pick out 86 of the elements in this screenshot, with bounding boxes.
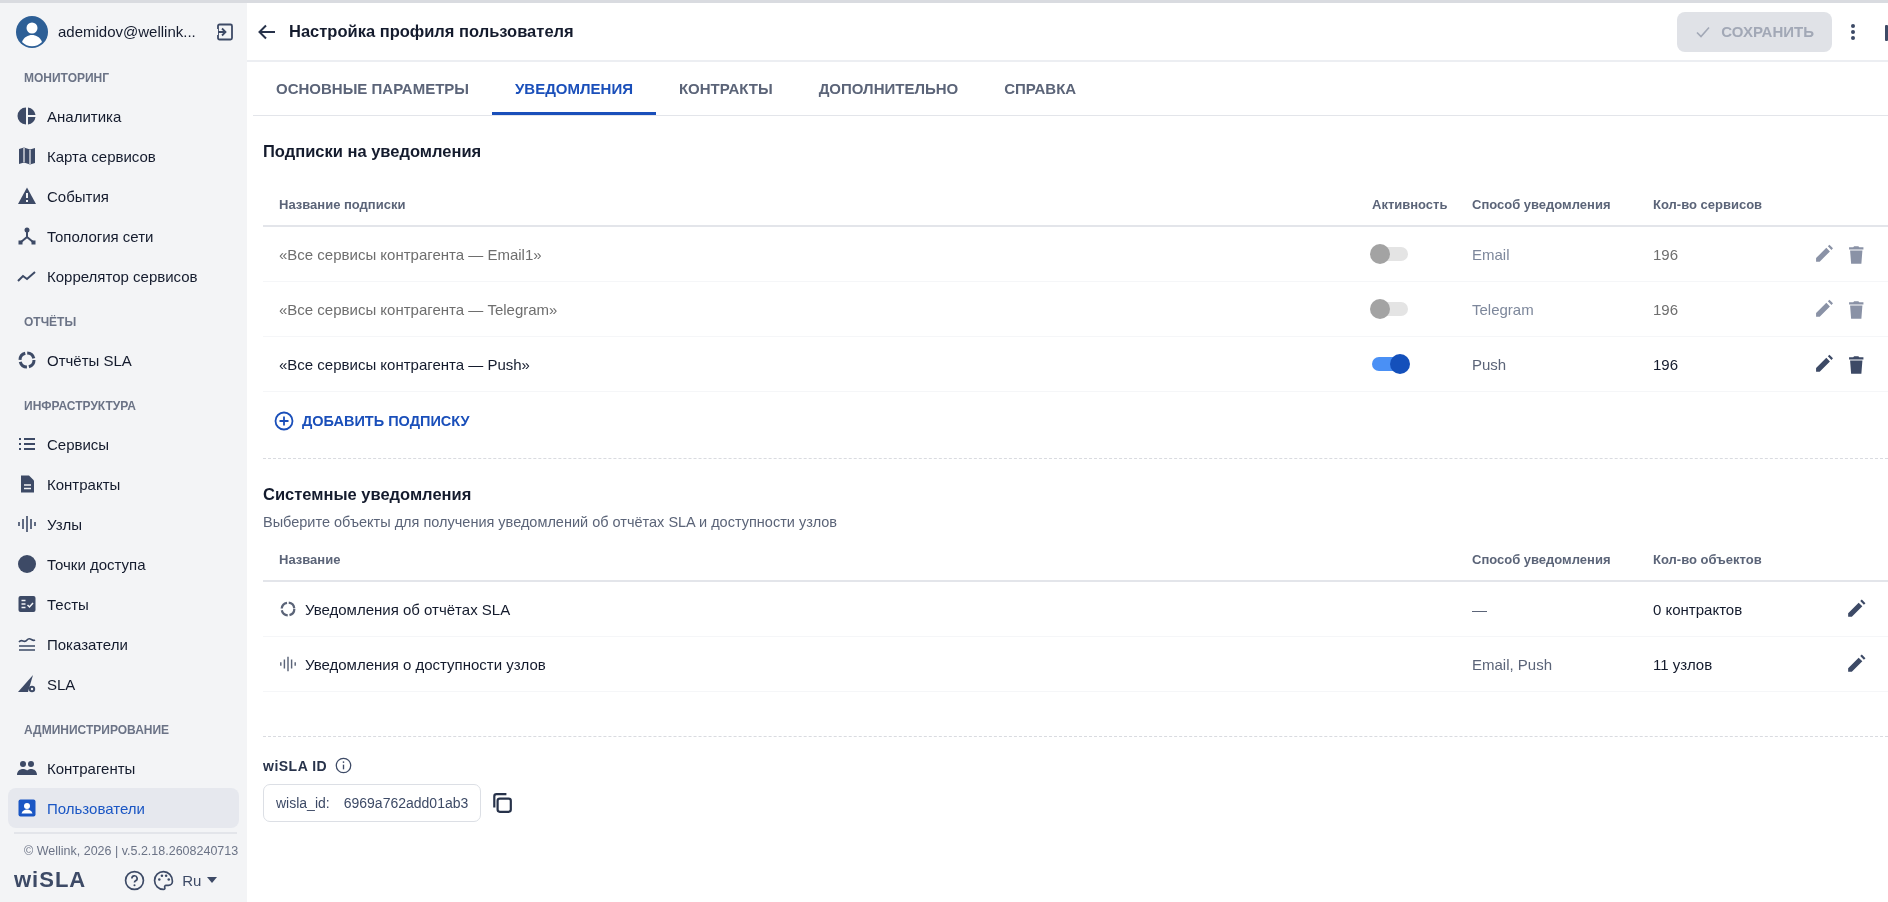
caret-icon [207, 877, 218, 883]
sidebar-section-title: АДМИНИСТРИРОВАНИЕ [23, 722, 171, 739]
column-header: Способ уведомления [1472, 551, 1612, 567]
sidebar-item[interactable]: Карта сервисов [8, 136, 239, 176]
plus-circle-icon [274, 411, 294, 431]
person-badge-icon [17, 798, 37, 818]
logout-icon[interactable] [215, 21, 235, 42]
edit-pencil-icon[interactable] [1845, 653, 1866, 675]
sidebar-item[interactable]: SLA [8, 664, 239, 704]
page-title: Настройка профиля пользователя [289, 22, 575, 41]
table-cell-text: Telegram [1472, 300, 1535, 318]
cut-off-icon [1885, 25, 1888, 41]
table-cell-text: Email, Push [1472, 655, 1554, 673]
table-cell-text: 196 [1653, 300, 1680, 318]
sidebar-section-title: ИНФРАСТРУКТУРА [23, 398, 137, 415]
copy-icon[interactable] [491, 792, 514, 814]
table-cell: Уведомления о доступности узлов [305, 655, 546, 673]
table-cell-text: «Все сервисы контрагента — Email1» [278, 245, 543, 263]
sidebar-item[interactable]: Топология сети [8, 216, 239, 256]
language-select[interactable]: Ru [182, 871, 218, 889]
table-cell: Уведомления об отчётах SLA [305, 600, 511, 618]
topology-icon [17, 226, 37, 246]
sidebar-item[interactable]: Аналитика [8, 96, 239, 136]
people-icon [17, 758, 37, 778]
section-title: Системные уведомления [263, 485, 473, 504]
map-icon [17, 146, 37, 166]
tab[interactable]: УВЕДОМЛЕНИЯ [492, 65, 656, 115]
waveform-icon [17, 514, 37, 534]
sidebar-section-title: ОТЧЁТЫ [23, 314, 78, 331]
sidebar-item[interactable]: Показатели [8, 624, 239, 664]
sidebar-item[interactable]: События [8, 176, 239, 216]
toggle-switch[interactable] [1372, 357, 1408, 371]
table-cell-text: — [1472, 600, 1488, 618]
table-cell-text: «Все сервисы контрагента — Telegram» [278, 300, 559, 318]
column-header: Название [278, 551, 342, 567]
wisla-logo: wiSLA [14, 867, 87, 893]
sidebar-item[interactable]: Сервисы [8, 424, 239, 464]
column-header: Способ уведомления [1472, 196, 1612, 212]
table-cell-text: 196 [1653, 245, 1680, 263]
sidebar-section-title: МОНИТОРИНГ [23, 70, 111, 87]
ring-icon [279, 600, 297, 618]
palette-icon[interactable] [153, 869, 175, 891]
table-cell-text: Push [1472, 355, 1508, 373]
more-options-icon[interactable] [1850, 21, 1856, 42]
circle-icon [17, 554, 37, 574]
table-cell-text: «Все сервисы контрагента — Push» [278, 355, 531, 373]
table-cell-text: 11 узлов [1653, 655, 1714, 673]
sidebar-item[interactable]: Тесты [8, 584, 239, 624]
sidebar-item[interactable]: Коррелятор сервисов [8, 256, 239, 296]
edit-pencil-icon[interactable] [1845, 598, 1866, 620]
toggle-switch[interactable] [1372, 247, 1408, 261]
tab[interactable]: СПРАВКА [981, 65, 1100, 115]
edit-pencil-icon[interactable] [1813, 353, 1834, 375]
table-cell-text: 196 [1653, 355, 1680, 373]
warning-icon [17, 186, 37, 206]
column-header: Название подписки [278, 196, 407, 212]
tab[interactable]: КОНТРАКТЫ [655, 65, 796, 115]
table-cell-text: Email [1472, 245, 1511, 263]
sidebar-item[interactable]: Отчёты SLA [8, 340, 239, 380]
section-title: Подписки на уведомления [263, 142, 483, 161]
add-subscription-button[interactable]: ДОБАВИТЬ ПОДПИСКУ [274, 406, 470, 436]
avatar-icon [16, 15, 48, 48]
waveform-icon [279, 655, 297, 673]
help-icon[interactable] [124, 869, 146, 891]
user-email: ademidov@wellink... [58, 23, 197, 40]
pie-chart-icon [17, 106, 37, 126]
table-cell-text: 0 контрактов [1653, 600, 1744, 618]
triangle-gear-icon [17, 674, 37, 694]
ring-icon [17, 350, 37, 370]
sidebar-item[interactable]: Контрагенты [8, 748, 239, 788]
version-text: © Wellink, 2026 | v.5.2.18.2608240713 [23, 843, 237, 858]
sidebar-item[interactable]: Точки доступа [8, 544, 239, 584]
sidebar-item[interactable]: Пользователи [8, 788, 239, 828]
tab[interactable]: ДОПОЛНИТЕЛЬНО [795, 65, 982, 115]
tab[interactable]: ОСНОВНЫЕ ПАРАМЕТРЫ [253, 65, 492, 115]
checklist-icon [17, 594, 37, 614]
info-icon[interactable] [335, 757, 353, 774]
field-label: wiSLA ID [263, 757, 328, 774]
id-field[interactable]: wisla_id: 6969a762add01ab3 [263, 784, 482, 822]
sidebar-item[interactable]: Узлы [8, 504, 239, 544]
column-header: Кол-во сервисов [1653, 196, 1764, 212]
column-header: Активность [1372, 196, 1449, 212]
section-description: Выберите объекты для получения уведомлений об отчётах SLA и доступности узлов [263, 514, 839, 530]
column-header: Кол-во объектов [1653, 551, 1763, 567]
toggle-switch[interactable] [1372, 302, 1408, 316]
sidebar-item[interactable]: Контракты [8, 464, 239, 504]
